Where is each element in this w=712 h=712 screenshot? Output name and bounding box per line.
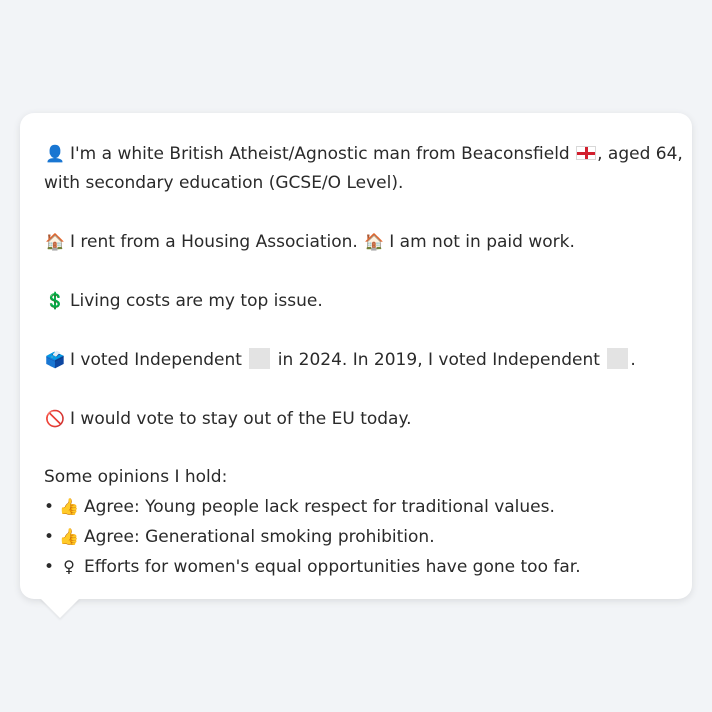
vote-text-c: . — [630, 350, 636, 370]
identity-text-b: , aged 64, — [597, 144, 683, 164]
party-color-swatch — [249, 348, 271, 369]
dollar-icon: 💲 — [45, 291, 65, 310]
opinion-item: • ♀ Efforts for women's equal opportunitie… — [44, 552, 668, 582]
identity-line-1: 👤 I'm a white British Atheist/Agnostic ma… — [44, 139, 683, 169]
opinion-text: Efforts for women's equal opportunities … — [84, 557, 581, 577]
opinion-text: Agree: Young people lack respect for tra… — [84, 497, 555, 517]
issue-line: 💲 Living costs are my top issue. — [44, 286, 668, 316]
opinion-item: • 👍 Agree: Young people lack respect for t… — [44, 492, 668, 522]
opinion-item: • 👍 Agree: Generational smoking prohibitio… — [44, 522, 668, 552]
bullet: • — [44, 557, 55, 577]
prohibited-icon: 🚫 — [45, 409, 65, 428]
thumbs-up-icon: 👍 — [59, 497, 79, 516]
housing-line: 🏠 I rent from a Housing Association. 🏠 I a… — [44, 227, 668, 257]
opinions-heading: Some opinions I hold: — [44, 467, 228, 487]
bubble-tail — [40, 598, 80, 618]
eu-line: 🚫 I would vote to stay out of the EU toda… — [44, 404, 668, 434]
person-icon: 👤 — [45, 144, 65, 163]
vote-text-a: I voted Independent — [70, 350, 242, 370]
ballot-box-icon: 🗳️ — [45, 350, 65, 369]
housing-text: I rent from a Housing Association. — [70, 232, 358, 252]
thumbs-up-icon: 👍 — [59, 527, 79, 546]
identity-text-a: I'm a white British Atheist/Agnostic man… — [70, 144, 570, 164]
eu-text: I would vote to stay out of the EU today… — [70, 409, 412, 429]
house-icon: 🏠 — [364, 232, 385, 251]
house-icon: 🏠 — [45, 232, 65, 251]
party-color-swatch — [607, 348, 629, 369]
bullet: • — [44, 497, 55, 517]
england-flag-icon — [576, 146, 597, 160]
issue-text: Living costs are my top issue. — [70, 291, 323, 311]
female-sign-icon: ♀ — [63, 557, 75, 576]
message-bubble: 👤 I'm a white British Atheist/Agnostic ma… — [20, 113, 692, 599]
bullet: • — [44, 527, 55, 547]
identity-line-2: with secondary education (GCSE/O Level). — [44, 173, 404, 193]
vote-line: 🗳️ I voted Independent in 2024. In 2019, … — [44, 345, 668, 375]
work-text: I am not in paid work. — [389, 232, 575, 252]
opinion-text: Agree: Generational smoking prohibition. — [84, 527, 435, 547]
vote-text-b: in 2024. In 2019, I voted Independent — [277, 350, 600, 370]
